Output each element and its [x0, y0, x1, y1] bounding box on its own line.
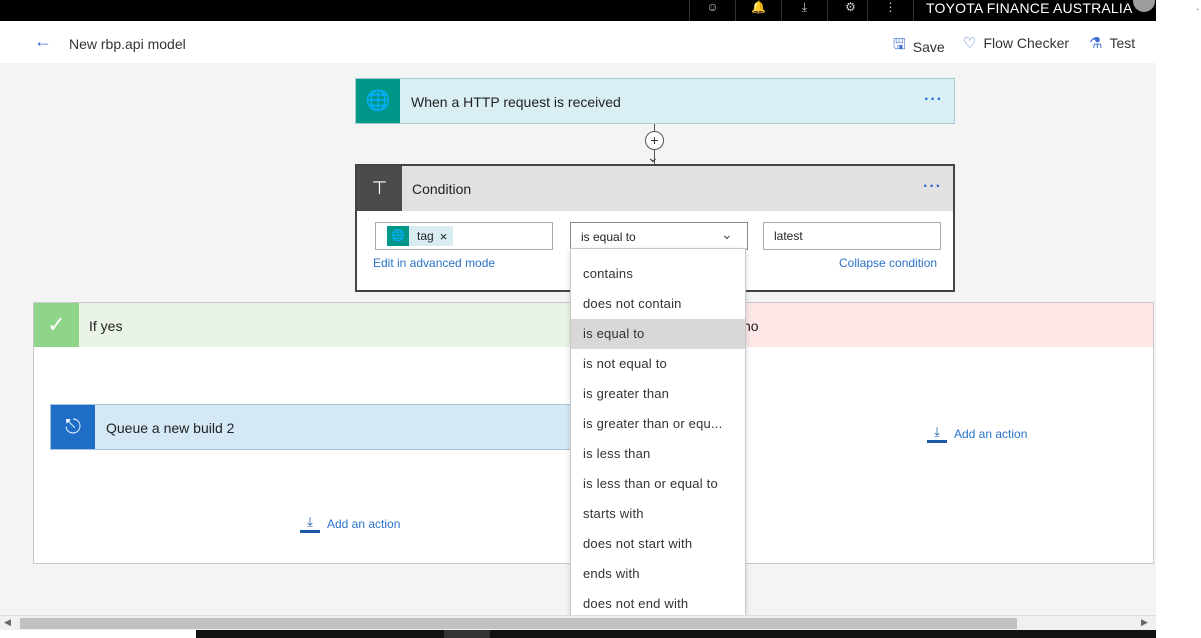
- operator-option[interactable]: starts with: [571, 499, 745, 529]
- operator-option[interactable]: is less than or equal to: [571, 469, 745, 499]
- queue-build-action-card[interactable]: ⎋ Queue a new build 2: [50, 404, 580, 450]
- if-yes-label: If yes: [89, 318, 123, 334]
- condition-title[interactable]: Condition: [412, 181, 471, 197]
- add-action-icon: ⤓: [300, 515, 320, 533]
- scroll-thumb[interactable]: [20, 618, 1017, 629]
- operator-option[interactable]: is greater than: [571, 379, 745, 409]
- dynamic-content-token[interactable]: 🌐 tag ×: [387, 226, 454, 246]
- add-action-button-no[interactable]: ⤓ Add an action: [927, 425, 1027, 443]
- scroll-left-icon[interactable]: ◀: [4, 617, 11, 628]
- more-options-icon[interactable]: ···: [924, 91, 943, 109]
- operator-dropdown: contains does not contain is equal to is no…: [570, 248, 746, 618]
- flow-checker-button[interactable]: ♡ Flow Checker: [963, 34, 1069, 52]
- operator-value: is equal to: [581, 230, 636, 244]
- stethoscope-icon: ♡: [963, 35, 977, 52]
- action-title[interactable]: Queue a new build 2: [106, 420, 234, 436]
- page-margin: ·: [1156, 0, 1201, 638]
- margin-mark: ·: [1196, 4, 1200, 15]
- bell-icon[interactable]: 🔔: [735, 0, 781, 21]
- operator-select[interactable]: is equal to ⌄: [570, 222, 748, 250]
- add-action-label: Add an action: [954, 427, 1028, 441]
- edit-advanced-link[interactable]: Edit in advanced mode: [373, 256, 495, 270]
- flow-title: New rbp.api model: [69, 36, 186, 52]
- right-operand-value: latest: [774, 229, 803, 243]
- save-label: Save: [912, 38, 945, 55]
- condition-header[interactable]: ⊤ Condition ···: [357, 166, 953, 211]
- flow-header: ← New rbp.api model 🖫 Save ♡ Flow Checke…: [0, 21, 1156, 63]
- top-bar: ☺ 🔔 ⤓ ⚙ ⋮ TOYOTA FINANCE AUSTRALIA: [0, 0, 1156, 21]
- scroll-right-icon[interactable]: ▶: [1141, 617, 1148, 628]
- more-options-icon[interactable]: ···: [923, 178, 942, 196]
- operator-option[interactable]: is less than: [571, 439, 745, 469]
- if-yes-header: ✓ If yes: [34, 303, 576, 347]
- test-label: Test: [1109, 35, 1136, 51]
- smiley-icon[interactable]: ☺: [689, 0, 735, 21]
- token-label: tag: [417, 229, 434, 243]
- operator-options: contains does not contain is equal to is no…: [571, 259, 745, 619]
- checkmark-icon: ✓: [34, 303, 79, 347]
- operator-option[interactable]: does not contain: [571, 289, 745, 319]
- insert-step-button[interactable]: +: [645, 131, 664, 150]
- condition-icon: ⊤: [357, 166, 402, 211]
- condition-left-operand[interactable]: 🌐 tag ×: [375, 222, 553, 250]
- azure-devops-icon: ⎋: [51, 405, 95, 449]
- taskbar: [196, 630, 1156, 638]
- save-button[interactable]: 🖫 Save: [893, 34, 945, 59]
- trigger-card[interactable]: 🌐 When a HTTP request is received ···: [355, 78, 955, 124]
- taskbar-item[interactable]: [444, 630, 490, 638]
- more-vertical-icon[interactable]: ⋮: [867, 0, 913, 21]
- add-action-button-yes[interactable]: ⤓ Add an action: [300, 515, 400, 533]
- flask-icon: ⚗: [1089, 35, 1103, 52]
- horizontal-scrollbar[interactable]: ◀ ▶: [0, 615, 1156, 630]
- add-action-label: Add an action: [327, 517, 401, 531]
- globe-icon: 🌐: [387, 226, 409, 246]
- flow-checker-label: Flow Checker: [983, 35, 1070, 51]
- add-action-icon: ⤓: [927, 425, 947, 443]
- download-icon[interactable]: ⤓: [781, 0, 827, 21]
- operator-option[interactable]: is greater than or equ...: [571, 409, 745, 439]
- chevron-down-icon: ⌄: [721, 226, 733, 242]
- operator-option[interactable]: ends with: [571, 559, 745, 589]
- arrow-down-icon: ⌄: [647, 149, 659, 165]
- globe-icon: 🌐: [356, 79, 400, 123]
- trigger-title[interactable]: When a HTTP request is received: [411, 94, 621, 110]
- back-arrow-icon[interactable]: ←: [34, 32, 52, 50]
- operator-option[interactable]: does not start with: [571, 529, 745, 559]
- operator-option[interactable]: is not equal to: [571, 349, 745, 379]
- remove-token-icon[interactable]: ×: [440, 229, 454, 244]
- operator-option[interactable]: contains: [571, 259, 745, 289]
- save-icon: 🖫: [893, 36, 906, 53]
- test-button[interactable]: ⚗ Test: [1089, 34, 1135, 52]
- collapse-condition-link[interactable]: Collapse condition: [839, 256, 937, 270]
- org-name[interactable]: TOYOTA FINANCE AUSTRALIA: [913, 0, 1156, 21]
- condition-right-operand[interactable]: latest: [763, 222, 941, 250]
- operator-option[interactable]: is equal to: [571, 319, 745, 349]
